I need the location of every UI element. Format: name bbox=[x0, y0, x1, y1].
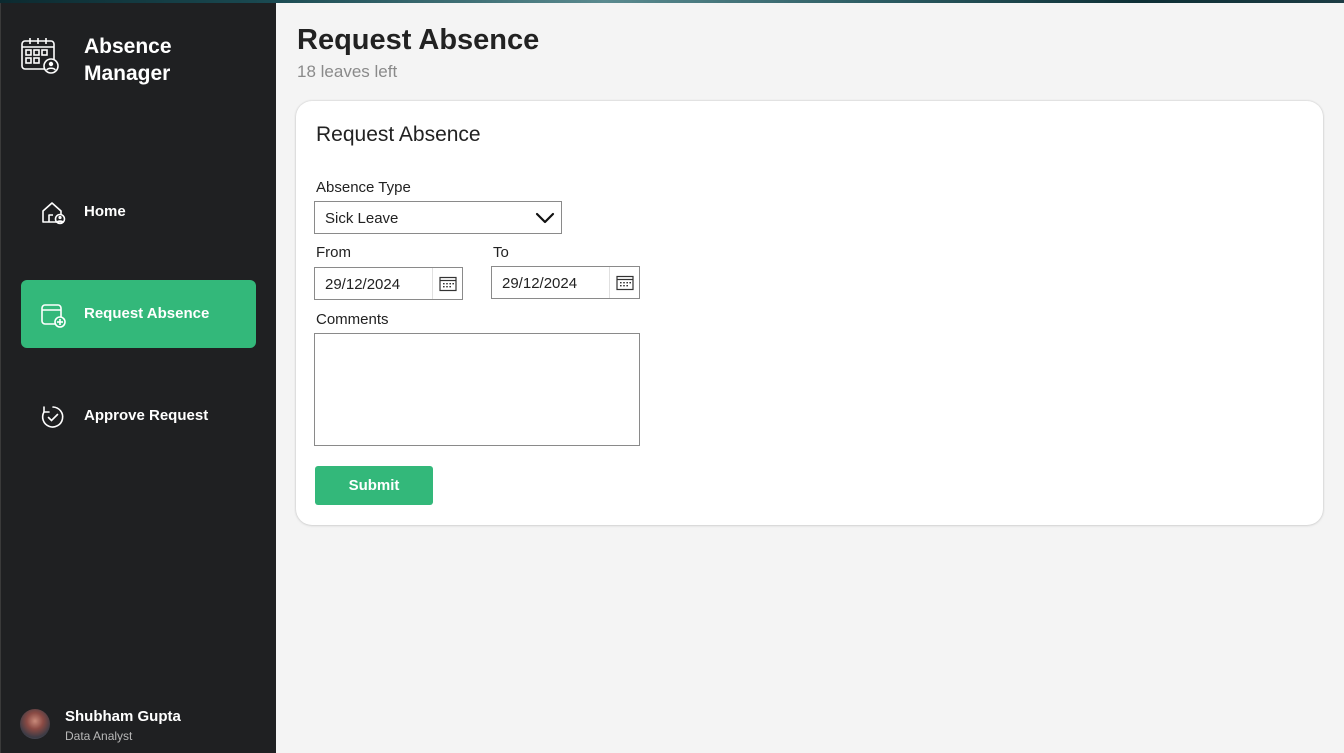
sidebar-item-label: Home bbox=[84, 203, 126, 220]
sidebar-item-label: Request Absence bbox=[84, 305, 210, 322]
sidebar-item-approve-request[interactable]: Approve Request bbox=[21, 382, 256, 450]
submit-button[interactable]: Submit bbox=[315, 466, 433, 505]
divider bbox=[609, 267, 610, 298]
app-title: Absence Manager bbox=[84, 33, 224, 87]
request-form-card: Request Absence Absence Type Sick Leave … bbox=[296, 101, 1323, 525]
comments-label: Comments bbox=[316, 311, 389, 328]
absence-type-select[interactable]: Sick Leave bbox=[314, 201, 562, 234]
form-title: Request Absence bbox=[316, 123, 481, 146]
sidebar: Absence Manager Home Request Absence App… bbox=[0, 3, 276, 753]
to-label: To bbox=[493, 244, 509, 261]
calendar-icon[interactable] bbox=[616, 275, 634, 291]
absence-type-label: Absence Type bbox=[316, 179, 411, 196]
leaves-left: 18 leaves left bbox=[297, 62, 398, 81]
sidebar-item-home[interactable]: Home bbox=[21, 178, 256, 246]
from-label: From bbox=[316, 244, 351, 261]
sidebar-item-request-absence[interactable]: Request Absence bbox=[21, 280, 256, 348]
app-title-line1: Absence bbox=[84, 35, 172, 58]
from-date-input[interactable]: 29/12/2024 bbox=[314, 267, 463, 300]
chevron-down-icon bbox=[535, 212, 555, 224]
comments-textarea[interactable] bbox=[314, 333, 640, 446]
user-name: Shubham Gupta bbox=[65, 708, 181, 725]
calendar-add-icon bbox=[41, 304, 66, 328]
sidebar-edge bbox=[0, 3, 1, 753]
sidebar-item-label: Approve Request bbox=[84, 407, 209, 424]
home-person-icon bbox=[42, 202, 66, 225]
user-role: Data Analyst bbox=[65, 729, 133, 743]
from-date-value: 29/12/2024 bbox=[325, 276, 401, 293]
avatar bbox=[20, 709, 50, 739]
calendar-icon[interactable] bbox=[439, 276, 457, 292]
app-title-line2: Manager bbox=[84, 62, 171, 85]
brand: Absence Manager bbox=[20, 35, 172, 85]
to-date-input[interactable]: 29/12/2024 bbox=[491, 266, 640, 299]
check-refresh-icon bbox=[41, 406, 64, 428]
absence-type-value: Sick Leave bbox=[325, 210, 399, 227]
to-date-value: 29/12/2024 bbox=[502, 275, 578, 292]
divider bbox=[432, 268, 433, 299]
calendar-person-icon bbox=[21, 38, 59, 74]
page-title: Request Absence bbox=[297, 24, 540, 56]
